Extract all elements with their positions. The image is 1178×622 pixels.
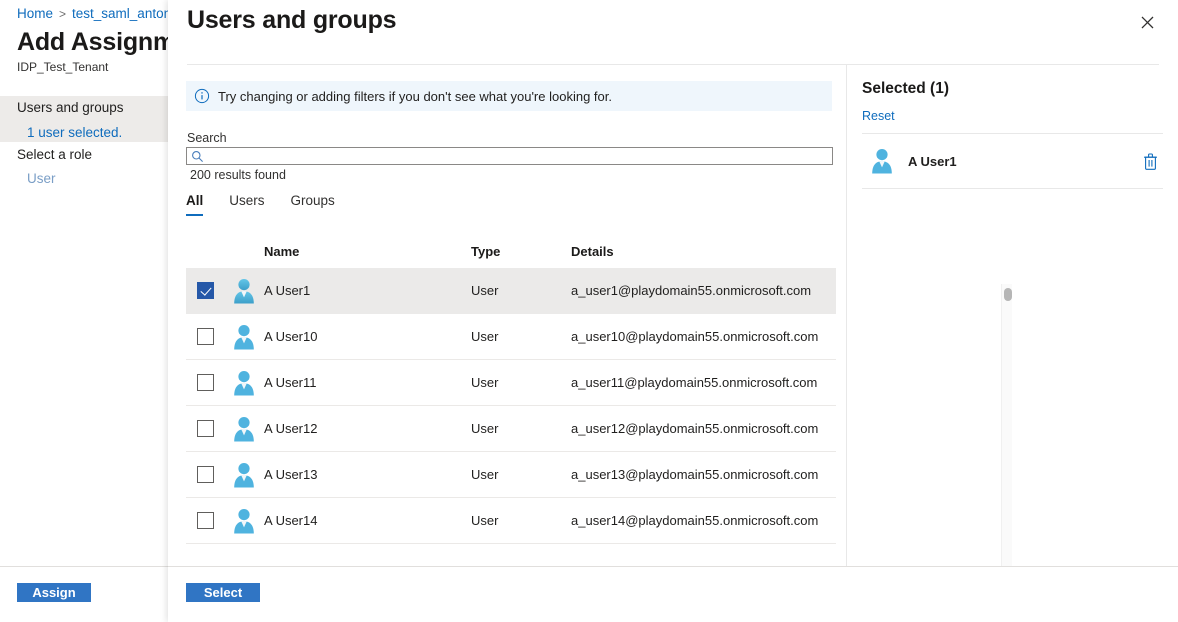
table-row[interactable]: A User11 User a_user11@playdomain55.onmi…	[186, 360, 836, 406]
search-icon	[191, 150, 204, 163]
row-type: User	[471, 421, 499, 436]
user-avatar-icon	[234, 416, 254, 441]
breadcrumb: Home > test_saml_anton2	[17, 6, 179, 21]
user-avatar-icon	[234, 278, 254, 303]
screen-root: Home > test_saml_anton2 Add Assignment IDP…	[0, 0, 1178, 622]
row-name: A User14	[264, 513, 318, 528]
avatar	[224, 322, 264, 352]
info-circle-icon	[194, 88, 210, 104]
info-banner: Try changing or adding filters if you do…	[186, 81, 832, 111]
info-banner-text: Try changing or adding filters if you do…	[218, 88, 612, 104]
table-header-row: Name Type Details	[186, 235, 836, 268]
avatar	[224, 414, 264, 444]
avatar	[224, 506, 264, 536]
user-avatar-icon	[872, 149, 892, 174]
tab-all[interactable]: All	[186, 193, 217, 216]
user-avatar-icon	[234, 508, 254, 533]
row-checkbox-cell[interactable]	[186, 420, 224, 437]
panel-footer	[168, 566, 1178, 622]
selected-divider-bottom	[862, 188, 1163, 189]
nav-item-users-selected-status[interactable]: 1 user selected.	[27, 125, 122, 140]
user-avatar-icon	[234, 324, 254, 349]
tab-groups[interactable]: Groups	[291, 193, 349, 216]
select-button[interactable]: Select	[186, 583, 260, 602]
list-item: A User1	[862, 134, 1163, 188]
row-checkbox[interactable]	[196, 420, 214, 437]
search-box[interactable]	[186, 147, 833, 165]
tab-users[interactable]: Users	[229, 193, 278, 216]
row-checkbox-cell[interactable]	[186, 512, 224, 529]
add-assignment-blade: Home > test_saml_anton2 Add Assignment IDP…	[0, 0, 212, 622]
column-header-name: Name	[264, 244, 300, 259]
row-name: A User11	[264, 375, 317, 390]
avatar	[224, 368, 264, 398]
panel-content: Try changing or adding filters if you do…	[168, 65, 1012, 619]
nav-item-users-and-groups[interactable]: Users and groups	[17, 100, 124, 115]
row-details: a_user10@playdomain55.onmicrosoft.com	[571, 329, 819, 344]
row-checkbox-cell[interactable]	[186, 328, 224, 345]
assign-button[interactable]: Assign	[17, 583, 91, 602]
row-name: A User12	[264, 421, 318, 436]
avatar	[862, 146, 902, 176]
nav-item-select-a-role[interactable]: Select a role	[17, 147, 92, 162]
row-checkbox-cell[interactable]	[186, 466, 224, 483]
column-header-type: Type	[471, 244, 501, 259]
row-type: User	[471, 375, 499, 390]
row-details: a_user1@playdomain55.onmicrosoft.com	[571, 283, 812, 298]
selected-count-title: Selected (1)	[862, 80, 950, 97]
row-checkbox[interactable]	[196, 374, 214, 391]
row-checkbox-cell[interactable]	[186, 282, 224, 299]
row-checkbox[interactable]	[196, 466, 214, 483]
row-name: A User1	[264, 283, 311, 298]
row-details: a_user11@playdomain55.onmicrosoft.com	[571, 375, 818, 390]
reset-link[interactable]: Reset	[862, 109, 895, 123]
row-name: A User10	[264, 329, 318, 344]
search-input[interactable]	[204, 148, 832, 164]
table-row[interactable]: A User10 User a_user10@playdomain55.onmi…	[186, 314, 836, 360]
table-row[interactable]: A User13 User a_user13@playdomain55.onmi…	[186, 452, 836, 498]
row-details: a_user14@playdomain55.onmicrosoft.com	[571, 513, 819, 528]
avatar	[224, 460, 264, 490]
selected-items-panel: Selected (1) Reset A User1	[847, 65, 1178, 566]
row-checkbox[interactable]	[196, 328, 214, 345]
results-count-label: 200 results found	[190, 168, 286, 182]
page-subtitle: IDP_Test_Tenant	[17, 60, 109, 74]
user-avatar-icon	[234, 462, 254, 487]
selected-item-name: A User1	[908, 153, 957, 169]
row-type: User	[471, 329, 499, 344]
row-type: User	[471, 513, 499, 528]
filter-tabs: All Users Groups	[186, 193, 361, 216]
nav-item-role-value[interactable]: User	[27, 171, 56, 186]
panel-title: Users and groups	[187, 6, 397, 34]
column-header-details: Details	[571, 244, 614, 259]
row-details: a_user12@playdomain55.onmicrosoft.com	[571, 421, 819, 436]
close-icon[interactable]	[1133, 8, 1161, 36]
breadcrumb-separator-icon: >	[59, 7, 67, 21]
search-label: Search	[187, 131, 227, 145]
row-name: A User13	[264, 467, 318, 482]
avatar	[224, 276, 264, 306]
breadcrumb-current-link[interactable]: test_saml_anton2	[72, 6, 179, 21]
table-row[interactable]: A User12 User a_user12@playdomain55.onmi…	[186, 406, 836, 452]
trash-icon[interactable]	[1137, 148, 1163, 174]
row-type: User	[471, 283, 499, 298]
row-checkbox[interactable]	[196, 512, 214, 529]
user-avatar-icon	[234, 370, 254, 395]
row-checkbox[interactable]	[196, 282, 214, 299]
breadcrumb-home-link[interactable]: Home	[17, 6, 53, 21]
results-table: Name Type Details A User1 User a_user1@p…	[186, 235, 836, 619]
table-row[interactable]: A User1 User a_user1@playdomain55.onmicr…	[186, 268, 836, 314]
users-and-groups-panel: Users and groups Try changing or adding …	[168, 0, 1178, 622]
row-checkbox-cell[interactable]	[186, 374, 224, 391]
table-row[interactable]: A User14 User a_user14@playdomain55.onmi…	[186, 498, 836, 544]
row-type: User	[471, 467, 499, 482]
row-details: a_user13@playdomain55.onmicrosoft.com	[571, 467, 819, 482]
